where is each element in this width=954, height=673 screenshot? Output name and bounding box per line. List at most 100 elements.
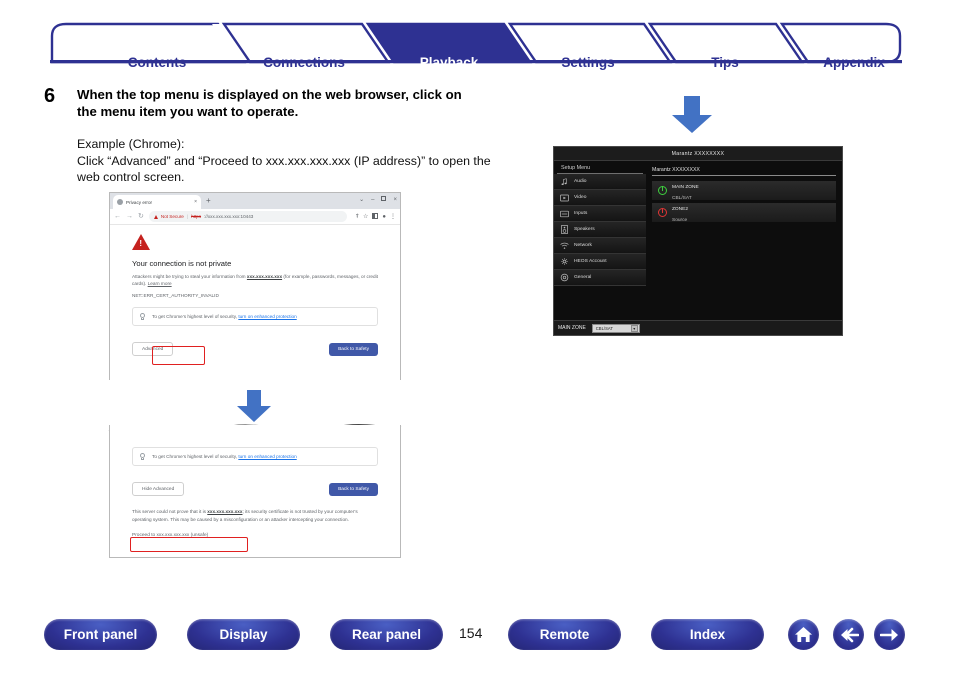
tab-connections[interactable]: Connections — [240, 55, 368, 70]
avr-sidebar: Setup Menu Audio Video Inputs Speakers N… — [554, 161, 646, 336]
lightbulb-icon — [140, 313, 145, 320]
tab-settings[interactable]: Settings — [532, 55, 644, 70]
step-number: 6 — [44, 85, 56, 107]
back-arrow-icon — [840, 627, 859, 642]
tab-tips[interactable]: Tips — [674, 55, 776, 70]
page-number: 154 — [459, 625, 483, 641]
forward-icon[interactable]: → — [126, 213, 133, 220]
sidebar-item-video[interactable]: Video — [554, 190, 646, 206]
footer-back-button[interactable] — [833, 619, 864, 650]
learn-more-link[interactable]: Learn more — [148, 281, 172, 286]
network-wifi-icon — [560, 241, 569, 250]
close-window-icon[interactable]: × — [393, 197, 397, 203]
error-paragraph-pre: Attackers might be trying to steal your … — [132, 274, 247, 279]
forward-arrow-icon — [879, 628, 898, 641]
zone-name: ZONE2 — [672, 206, 688, 212]
browser-tab[interactable]: Privacy error × — [113, 195, 201, 209]
avr-body: Setup Menu Audio Video Inputs Speakers N… — [554, 161, 842, 336]
avr-window-title: Marantz XXXXXXXX — [554, 147, 842, 161]
footer-remote-button[interactable]: Remote — [508, 619, 621, 650]
profile-chevron-icon[interactable]: ⌄ — [359, 197, 364, 203]
sidebar-item-speakers[interactable]: Speakers — [554, 222, 646, 238]
new-tab-icon[interactable]: + — [206, 197, 211, 205]
sidebar-item-network[interactable]: Network — [554, 238, 646, 254]
window-controls: ⌄ – × — [359, 196, 397, 203]
sidebar-item-heos-account[interactable]: HEOS Account — [554, 254, 646, 270]
enhanced-protection-link[interactable]: turn on enhanced protection — [238, 314, 296, 319]
avr-web-control-screen: Marantz XXXXXXXX Setup Menu Audio Video — [553, 146, 843, 336]
hide-advanced-button[interactable]: Hide Advanced — [132, 482, 185, 496]
enhanced-protection-link-2[interactable]: turn on enhanced protection — [238, 454, 296, 459]
zone-info: ZONE2 Source — [672, 202, 688, 224]
enhanced-protection-tip: To get Chrome’s highest level of securit… — [132, 307, 378, 326]
flow-arrow-to-avr-icon — [669, 96, 715, 139]
error-warning-triangle-icon — [132, 234, 150, 250]
profile-avatar-icon[interactable]: ● — [382, 214, 386, 220]
sidebar-item-audio[interactable]: Audio — [554, 174, 646, 190]
footer-home-button[interactable] — [788, 619, 819, 650]
advanced-button[interactable]: Advanced — [132, 342, 174, 356]
tab-playback[interactable]: Playback — [390, 55, 508, 70]
chrome-privacy-error-window: Privacy error × + ⌄ – × ← → ↻ Not Secure… — [109, 192, 401, 380]
sidepanel-icon[interactable] — [372, 212, 379, 221]
chrome-advanced-expanded-window: To get Chrome’s highest level of securit… — [109, 425, 401, 558]
sidebar-item-general[interactable]: General — [554, 270, 646, 286]
sidebar-item-label: Network — [574, 243, 592, 248]
back-to-safety-button-2[interactable]: Back to Safety — [329, 482, 378, 496]
tip-text-2: To get Chrome’s highest level of securit… — [152, 454, 297, 459]
footer-forward-button[interactable] — [874, 619, 905, 650]
speakers-icon — [560, 225, 569, 234]
share-icon[interactable]: ⍒ — [355, 214, 359, 220]
video-screen-icon — [560, 193, 569, 202]
error-heading: Your connection is not private — [132, 259, 232, 268]
zone-row-zone2[interactable]: ZONE2 Source — [652, 202, 836, 224]
example-body: Click “Advanced” and “Proceed to xxx.xxx… — [77, 153, 491, 185]
sidebar-item-label: HEOS Account — [574, 259, 607, 264]
footer-display-button[interactable]: Display — [187, 619, 300, 650]
browser-tab-title: Privacy error — [126, 199, 153, 205]
sidebar-item-label: Audio — [574, 179, 587, 184]
back-icon[interactable]: ← — [114, 213, 121, 220]
kebab-menu-icon[interactable]: ⋮ — [390, 214, 396, 220]
address-bar[interactable]: Not Secure | https://xxx.xxx.xxx.xxx:104… — [148, 211, 348, 222]
step-title: When the top menu is displayed on the we… — [77, 87, 462, 119]
zone-row-main[interactable]: MAIN ZONE CBL/SAT — [652, 180, 836, 202]
inputs-icon — [560, 209, 569, 218]
tab-contents[interactable]: Contents — [102, 55, 212, 70]
chapter-tab-bar: Contents Connections Playback Settings T… — [42, 22, 910, 70]
reload-icon[interactable]: ↻ — [138, 213, 144, 220]
close-tab-icon[interactable]: × — [194, 199, 197, 205]
power-on-icon[interactable] — [658, 186, 667, 195]
footer-index-button[interactable]: Index — [651, 619, 764, 650]
tab-appendix[interactable]: Appendix — [804, 55, 904, 70]
home-icon — [795, 627, 812, 642]
toolbar-icons: ⍒ ☆ ● ⋮ — [355, 212, 396, 221]
avr-main-header: Marantz XXXXXXXX — [652, 167, 836, 176]
bookmark-star-icon[interactable]: ☆ — [363, 214, 368, 220]
tip-text: To get Chrome’s highest level of securit… — [152, 314, 297, 319]
zone-info: MAIN ZONE CBL/SAT — [672, 180, 699, 202]
audio-note-icon — [560, 177, 569, 186]
favicon-icon — [117, 199, 123, 205]
footer-front-panel-button[interactable]: Front panel — [44, 619, 157, 650]
zone-name: MAIN ZONE — [672, 184, 699, 190]
detail-host: xxx.xxx.xxx.xxx — [207, 509, 243, 514]
sidebar-item-inputs[interactable]: Inputs — [554, 206, 646, 222]
chevron-down-icon: ▾ — [630, 324, 638, 332]
advanced-content: To get Chrome’s highest level of securit… — [110, 425, 400, 541]
avr-source-select[interactable]: CBL/SAT ▾ — [591, 323, 640, 333]
maximize-icon[interactable] — [381, 196, 387, 203]
back-to-safety-button[interactable]: Back to Safety — [329, 342, 378, 356]
avr-source-select-value: CBL/SAT — [595, 325, 613, 331]
proceed-unsafe-link[interactable]: Proceed to xxx.xxx.xxx.xxx (unsafe) — [132, 533, 208, 538]
footer-rear-panel-button[interactable]: Rear panel — [330, 619, 443, 650]
avr-bottom-bar: MAIN ZONE CBL/SAT ▾ — [554, 320, 842, 335]
url-protocol: https — [191, 214, 202, 219]
not-secure-label: Not Secure — [160, 214, 184, 219]
minimize-icon[interactable]: – — [371, 197, 374, 203]
power-off-icon[interactable] — [658, 208, 667, 217]
sidebar-item-label: General — [574, 275, 592, 280]
error-host: xxx.xxx.xxx.xxx — [246, 274, 283, 279]
zone-source: CBL/SAT — [672, 195, 692, 201]
error-paragraph: Attackers might be trying to steal your … — [132, 273, 378, 287]
